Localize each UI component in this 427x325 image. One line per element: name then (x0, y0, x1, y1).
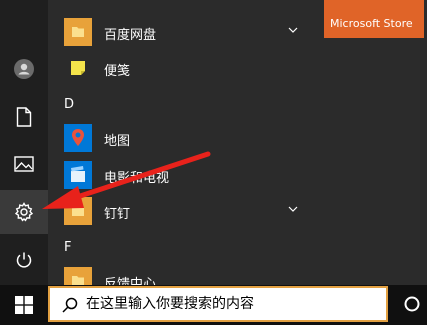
picture-icon (14, 156, 34, 172)
folder-icon (64, 18, 92, 46)
sticky-notes-icon (64, 54, 92, 82)
app-item-feedback-hub[interactable]: 反馈中心 (48, 263, 310, 285)
taskbar (0, 285, 427, 325)
film-icon (64, 161, 92, 189)
document-icon (16, 107, 32, 127)
app-list: 百度网盘 便笺 D 地图 电影和电视 钉钉 F 反馈中心 (48, 0, 310, 285)
search-icon (62, 297, 78, 313)
app-item-maps[interactable]: 地图 (48, 120, 310, 156)
settings-button[interactable] (0, 190, 48, 234)
chevron-down-icon[interactable] (288, 205, 298, 213)
user-account-button[interactable] (0, 47, 48, 91)
tile-label: Microsoft Store (330, 17, 413, 30)
power-icon (16, 252, 32, 268)
app-item-baidu[interactable]: 百度网盘 (48, 14, 310, 50)
app-label: 百度网盘 (104, 28, 157, 43)
folder-icon (64, 267, 92, 285)
power-button[interactable] (0, 238, 48, 282)
search-input[interactable] (86, 292, 382, 316)
app-label: 电影和电视 (104, 171, 170, 186)
app-label: 便笺 (104, 64, 131, 79)
app-label: 反馈中心 (104, 277, 157, 285)
documents-button[interactable] (0, 95, 48, 139)
pictures-button[interactable] (0, 142, 48, 186)
windows-logo-icon (15, 296, 33, 314)
app-item-dingding[interactable]: 钉钉 (48, 193, 310, 229)
microsoft-store-tile[interactable]: Microsoft Store (324, 0, 424, 38)
search-box[interactable] (48, 286, 388, 322)
section-letter-f[interactable]: F (64, 240, 71, 255)
gear-icon (14, 202, 34, 222)
app-label: 地图 (104, 134, 131, 149)
section-letter-d[interactable]: D (64, 97, 74, 112)
app-item-sticky-notes[interactable]: 便笺 (48, 50, 310, 86)
app-item-movies-tv[interactable]: 电影和电视 (48, 157, 310, 193)
map-pin-icon (64, 124, 92, 152)
cortana-icon[interactable] (404, 296, 420, 312)
user-avatar-icon (14, 59, 34, 79)
folder-icon (64, 197, 92, 225)
start-button[interactable] (0, 285, 48, 325)
tiles-area: Microsoft Store (310, 0, 427, 285)
app-label: 钉钉 (104, 207, 131, 222)
chevron-down-icon[interactable] (288, 26, 298, 34)
start-menu-rail (0, 0, 48, 285)
